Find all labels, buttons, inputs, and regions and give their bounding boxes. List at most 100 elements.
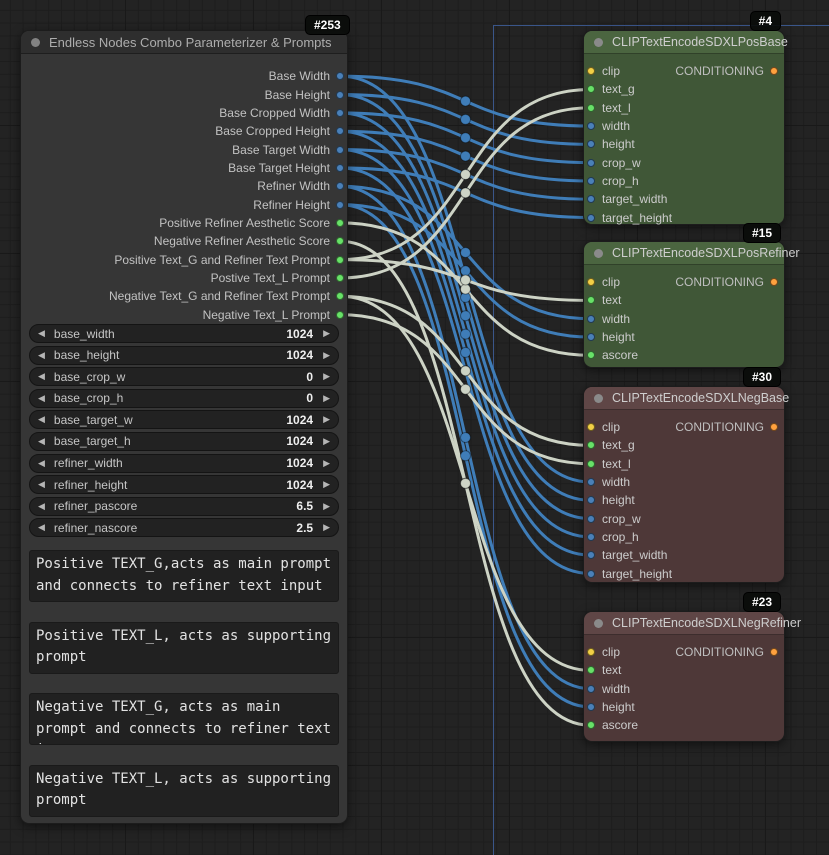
input-dot-width[interactable]	[587, 315, 595, 323]
collapse-dot-icon[interactable]	[594, 394, 603, 403]
output-dot-neg-text-l[interactable]	[336, 311, 344, 319]
collapse-dot-icon[interactable]	[594, 249, 603, 258]
input-dot-crop-w[interactable]	[587, 515, 595, 523]
input-dot-ascore[interactable]	[587, 351, 595, 359]
input-dot-target-width[interactable]	[587, 551, 595, 559]
input-dot-clip[interactable]	[587, 278, 595, 286]
widget-base-target-h[interactable]: ◀base_target_h1024▶	[29, 432, 339, 451]
widget-base-width[interactable]: ◀base_width1024▶	[29, 324, 339, 343]
widget-base-crop-h[interactable]: ◀base_crop_h0▶	[29, 389, 339, 408]
widget-refiner-height[interactable]: ◀refiner_height1024▶	[29, 475, 339, 494]
output-dot-pos-text-g[interactable]	[336, 256, 344, 264]
node-titlebar[interactable]: CLIPTextEncodeSDXLPosBase	[584, 31, 784, 54]
textarea-positive-text-l[interactable]: Positive TEXT_L, acts as supporting prom…	[29, 622, 339, 674]
input-dot-crop-h[interactable]	[587, 533, 595, 541]
output-dot-base-cropped-width[interactable]	[336, 109, 344, 117]
input-dot-width[interactable]	[587, 122, 595, 130]
decrement-arrow-icon[interactable]: ◀	[38, 394, 45, 403]
node-titlebar[interactable]: CLIPTextEncodeSDXLPosRefiner	[584, 242, 784, 265]
input-dot-text-g[interactable]	[587, 85, 595, 93]
increment-arrow-icon[interactable]: ▶	[323, 394, 330, 403]
widget-base-target-w[interactable]: ◀base_target_w1024▶	[29, 410, 339, 429]
input-dot-text[interactable]	[587, 296, 595, 304]
collapse-dot-icon[interactable]	[594, 38, 603, 47]
increment-arrow-icon[interactable]: ▶	[323, 329, 330, 338]
collapse-dot-icon[interactable]	[31, 38, 40, 47]
decrement-arrow-icon[interactable]: ◀	[38, 415, 45, 424]
increment-arrow-icon[interactable]: ▶	[323, 437, 330, 446]
output-dot-refiner-height[interactable]	[336, 201, 344, 209]
input-dot-text[interactable]	[587, 666, 595, 674]
link-midpoint-dot[interactable]	[461, 96, 471, 106]
input-dot-text-g[interactable]	[587, 441, 595, 449]
decrement-arrow-icon[interactable]: ◀	[38, 437, 45, 446]
input-dot-crop-w[interactable]	[587, 159, 595, 167]
input-dot-clip[interactable]	[587, 67, 595, 75]
link-midpoint-dot[interactable]	[461, 432, 471, 442]
collapse-dot-icon[interactable]	[594, 619, 603, 628]
widget-base-crop-w[interactable]: ◀base_crop_w0▶	[29, 367, 339, 386]
output-dot-base-target-width[interactable]	[336, 146, 344, 154]
node-titlebar[interactable]: CLIPTextEncodeSDXLNegRefiner	[584, 612, 784, 635]
increment-arrow-icon[interactable]: ▶	[323, 372, 330, 381]
output-dot-neg-text-g[interactable]	[336, 292, 344, 300]
decrement-arrow-icon[interactable]: ◀	[38, 329, 45, 338]
input-dot-height[interactable]	[587, 140, 595, 148]
link-midpoint-dot[interactable]	[461, 266, 471, 276]
input-dot-target-height[interactable]	[587, 570, 595, 578]
decrement-arrow-icon[interactable]: ◀	[38, 459, 45, 468]
link-midpoint-dot[interactable]	[461, 384, 471, 394]
input-dot-text-l[interactable]	[587, 460, 595, 468]
input-dot-crop-h[interactable]	[587, 177, 595, 185]
input-dot-height[interactable]	[587, 333, 595, 341]
link-midpoint-dot[interactable]	[461, 284, 471, 294]
link-midpoint-dot[interactable]	[461, 329, 471, 339]
output-dot-base-width[interactable]	[336, 72, 344, 80]
link-midpoint-dot[interactable]	[461, 247, 471, 257]
output-dot-base-target-height[interactable]	[336, 164, 344, 172]
link-midpoint-dot[interactable]	[461, 478, 471, 488]
increment-arrow-icon[interactable]: ▶	[323, 415, 330, 424]
link-midpoint-dot[interactable]	[461, 133, 471, 143]
output-dot-pos-ascore[interactable]	[336, 219, 344, 227]
output-dot-neg-ascore[interactable]	[336, 237, 344, 245]
link-midpoint-dot[interactable]	[461, 451, 471, 461]
decrement-arrow-icon[interactable]: ◀	[38, 351, 45, 360]
input-dot-height[interactable]	[587, 496, 595, 504]
link-midpoint-dot[interactable]	[461, 366, 471, 376]
input-dot-width[interactable]	[587, 478, 595, 486]
link-midpoint-dot[interactable]	[461, 114, 471, 124]
increment-arrow-icon[interactable]: ▶	[323, 502, 330, 511]
node-titlebar[interactable]: CLIPTextEncodeSDXLNegBase	[584, 387, 784, 410]
link-midpoint-dot[interactable]	[461, 311, 471, 321]
link-midpoint-dot[interactable]	[461, 347, 471, 357]
node-titlebar[interactable]: Endless Nodes Combo Parameterizer & Prom…	[21, 31, 347, 54]
output-dot-base-height[interactable]	[336, 91, 344, 99]
widget-refiner-pascore[interactable]: ◀refiner_pascore6.5▶	[29, 497, 339, 516]
output-dot-refiner-width[interactable]	[336, 182, 344, 190]
textarea-negative-text-l[interactable]: Negative TEXT_L, acts as supporting prom…	[29, 765, 339, 817]
input-dot-height[interactable]	[587, 703, 595, 711]
input-dot-target-width[interactable]	[587, 195, 595, 203]
decrement-arrow-icon[interactable]: ◀	[38, 502, 45, 511]
input-dot-target-height[interactable]	[587, 214, 595, 222]
widget-refiner-nascore[interactable]: ◀refiner_nascore2.5▶	[29, 518, 339, 537]
input-dot-ascore[interactable]	[587, 721, 595, 729]
decrement-arrow-icon[interactable]: ◀	[38, 523, 45, 532]
increment-arrow-icon[interactable]: ▶	[323, 523, 330, 532]
increment-arrow-icon[interactable]: ▶	[323, 459, 330, 468]
textarea-negative-text-g[interactable]: Negative TEXT_G, acts as main prompt and…	[29, 693, 339, 745]
decrement-arrow-icon[interactable]: ◀	[38, 480, 45, 489]
output-dot-pos-text-l[interactable]	[336, 274, 344, 282]
increment-arrow-icon[interactable]: ▶	[323, 351, 330, 360]
input-dot-clip[interactable]	[587, 648, 595, 656]
decrement-arrow-icon[interactable]: ◀	[38, 372, 45, 381]
widget-base-height[interactable]: ◀base_height1024▶	[29, 346, 339, 365]
widget-refiner-width[interactable]: ◀refiner_width1024▶	[29, 454, 339, 473]
input-dot-text-l[interactable]	[587, 104, 595, 112]
increment-arrow-icon[interactable]: ▶	[323, 480, 330, 489]
link-midpoint-dot[interactable]	[461, 170, 471, 180]
input-dot-clip[interactable]	[587, 423, 595, 431]
input-dot-width[interactable]	[587, 685, 595, 693]
textarea-positive-text-g[interactable]: Positive TEXT_G,acts as main prompt and …	[29, 550, 339, 602]
